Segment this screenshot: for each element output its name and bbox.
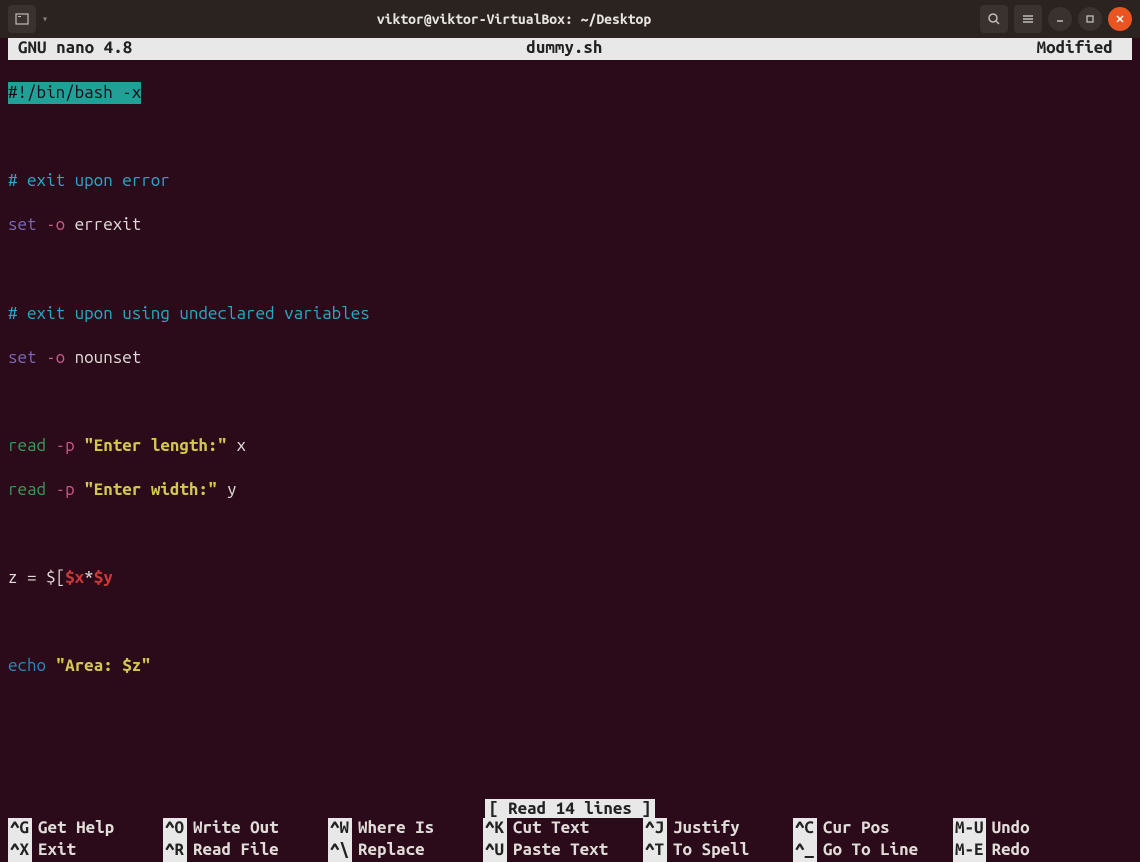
shortcut-go-to-line[interactable]: ^_Go To Line (793, 840, 953, 862)
code-var: x (227, 436, 246, 455)
shortcut-paste-text[interactable]: ^UPaste Text (483, 840, 643, 862)
code-keyword: read (8, 436, 46, 455)
shortcut-key: ^U (483, 840, 507, 862)
code-comment: # exit upon using undeclared variables (8, 304, 370, 323)
code-arg: nounset (65, 348, 141, 367)
window-title: viktor@viktor-VirtualBox: ~/Desktop (48, 11, 980, 27)
code-var: y (217, 480, 236, 499)
shortcut-row: ^GGet Help ^OWrite Out ^WWhere Is ^KCut … (8, 818, 1132, 840)
code-flag: -p (46, 436, 75, 455)
shortcut-label: Justify (667, 818, 740, 840)
shortcut-row: ^XExit ^RRead File ^\Replace ^UPaste Tex… (8, 840, 1132, 862)
code-string: "Enter length:" (75, 436, 227, 455)
code-text: * (84, 568, 94, 587)
terminal-tab-icon[interactable] (8, 5, 36, 33)
editor-content[interactable]: #!/bin/bash -x # exit upon error set -o … (0, 60, 1140, 699)
shortcut-key: ^K (483, 818, 507, 840)
shortcut-read-file[interactable]: ^RRead File (163, 840, 328, 862)
nano-shortcuts: ^GGet Help ^OWrite Out ^WWhere Is ^KCut … (0, 818, 1140, 862)
shortcut-key: M-U (953, 818, 986, 840)
minimize-button[interactable] (1048, 7, 1072, 31)
shortcut-key: ^T (643, 840, 667, 862)
code-string: "Area: $z" (46, 656, 151, 675)
nano-status: Modified (749, 38, 1119, 60)
shortcut-key: ^R (163, 840, 187, 862)
close-button[interactable] (1108, 7, 1132, 31)
code-keyword: set (8, 348, 37, 367)
shortcut-key: ^\ (328, 840, 352, 862)
shortcut-label: Go To Line (817, 840, 918, 862)
shortcut-label: Cut Text (507, 818, 589, 840)
window-titlebar: ▾ viktor@viktor-VirtualBox: ~/Desktop (0, 0, 1140, 38)
shortcut-redo[interactable]: M-ERedo (953, 840, 1073, 862)
shortcut-where-is[interactable]: ^WWhere Is (328, 818, 483, 840)
code-arg: errexit (65, 215, 141, 234)
code-comment: # exit upon error (8, 171, 170, 190)
shortcut-key: ^C (793, 818, 817, 840)
shortcut-label: Paste Text (507, 840, 608, 862)
titlebar-right (980, 5, 1132, 33)
shortcut-to-spell[interactable]: ^TTo Spell (643, 840, 793, 862)
nano-header: GNU nano 4.8 dummy.sh Modified (8, 38, 1132, 60)
shortcut-label: Replace (352, 840, 425, 862)
shortcut-label: To Spell (667, 840, 749, 862)
code-string: "Enter width:" (75, 480, 218, 499)
nano-status-row: [ Read 14 lines ] (0, 799, 1140, 818)
shortcut-key: ^_ (793, 840, 817, 862)
shortcut-label: Read File (187, 840, 279, 862)
shortcut-key: ^X (8, 840, 32, 862)
code-var: $y (94, 568, 113, 587)
code-flag: -o (37, 348, 66, 367)
code-keyword: read (8, 480, 46, 499)
code-keyword: echo (8, 656, 46, 675)
code-shebang: #!/bin/bash -x (8, 82, 141, 104)
code-var: $x (65, 568, 84, 587)
code-flag: -p (46, 480, 75, 499)
shortcut-write-out[interactable]: ^OWrite Out (163, 818, 328, 840)
nano-version: GNU nano 4.8 (10, 38, 380, 60)
shortcut-undo[interactable]: M-UUndo (953, 818, 1073, 840)
shortcut-label: Exit (32, 840, 76, 862)
shortcut-key: ^J (643, 818, 667, 840)
shortcut-get-help[interactable]: ^GGet Help (8, 818, 163, 840)
nano-message: [ Read 14 lines ] (485, 799, 655, 818)
shortcut-label: Undo (986, 818, 1030, 840)
shortcut-label: Write Out (187, 818, 279, 840)
menu-button[interactable] (1014, 5, 1042, 33)
shortcut-cur-pos[interactable]: ^CCur Pos (793, 818, 953, 840)
maximize-button[interactable] (1078, 7, 1102, 31)
shortcut-label: Redo (986, 840, 1030, 862)
code-flag: -o (37, 215, 66, 234)
search-button[interactable] (980, 5, 1008, 33)
shortcut-key: ^W (328, 818, 352, 840)
nano-filename: dummy.sh (380, 38, 750, 60)
shortcut-replace[interactable]: ^\Replace (328, 840, 483, 862)
shortcut-exit[interactable]: ^XExit (8, 840, 163, 862)
shortcut-cut-text[interactable]: ^KCut Text (483, 818, 643, 840)
code-keyword: set (8, 215, 37, 234)
shortcut-key: ^O (163, 818, 187, 840)
code-text: z = $[ (8, 568, 65, 587)
shortcut-label: Get Help (32, 818, 114, 840)
shortcut-label: Where Is (352, 818, 434, 840)
shortcut-key: ^G (8, 818, 32, 840)
shortcut-label: Cur Pos (817, 818, 890, 840)
shortcut-key: M-E (953, 840, 986, 862)
titlebar-left: ▾ (8, 5, 48, 33)
shortcut-justify[interactable]: ^JJustify (643, 818, 793, 840)
